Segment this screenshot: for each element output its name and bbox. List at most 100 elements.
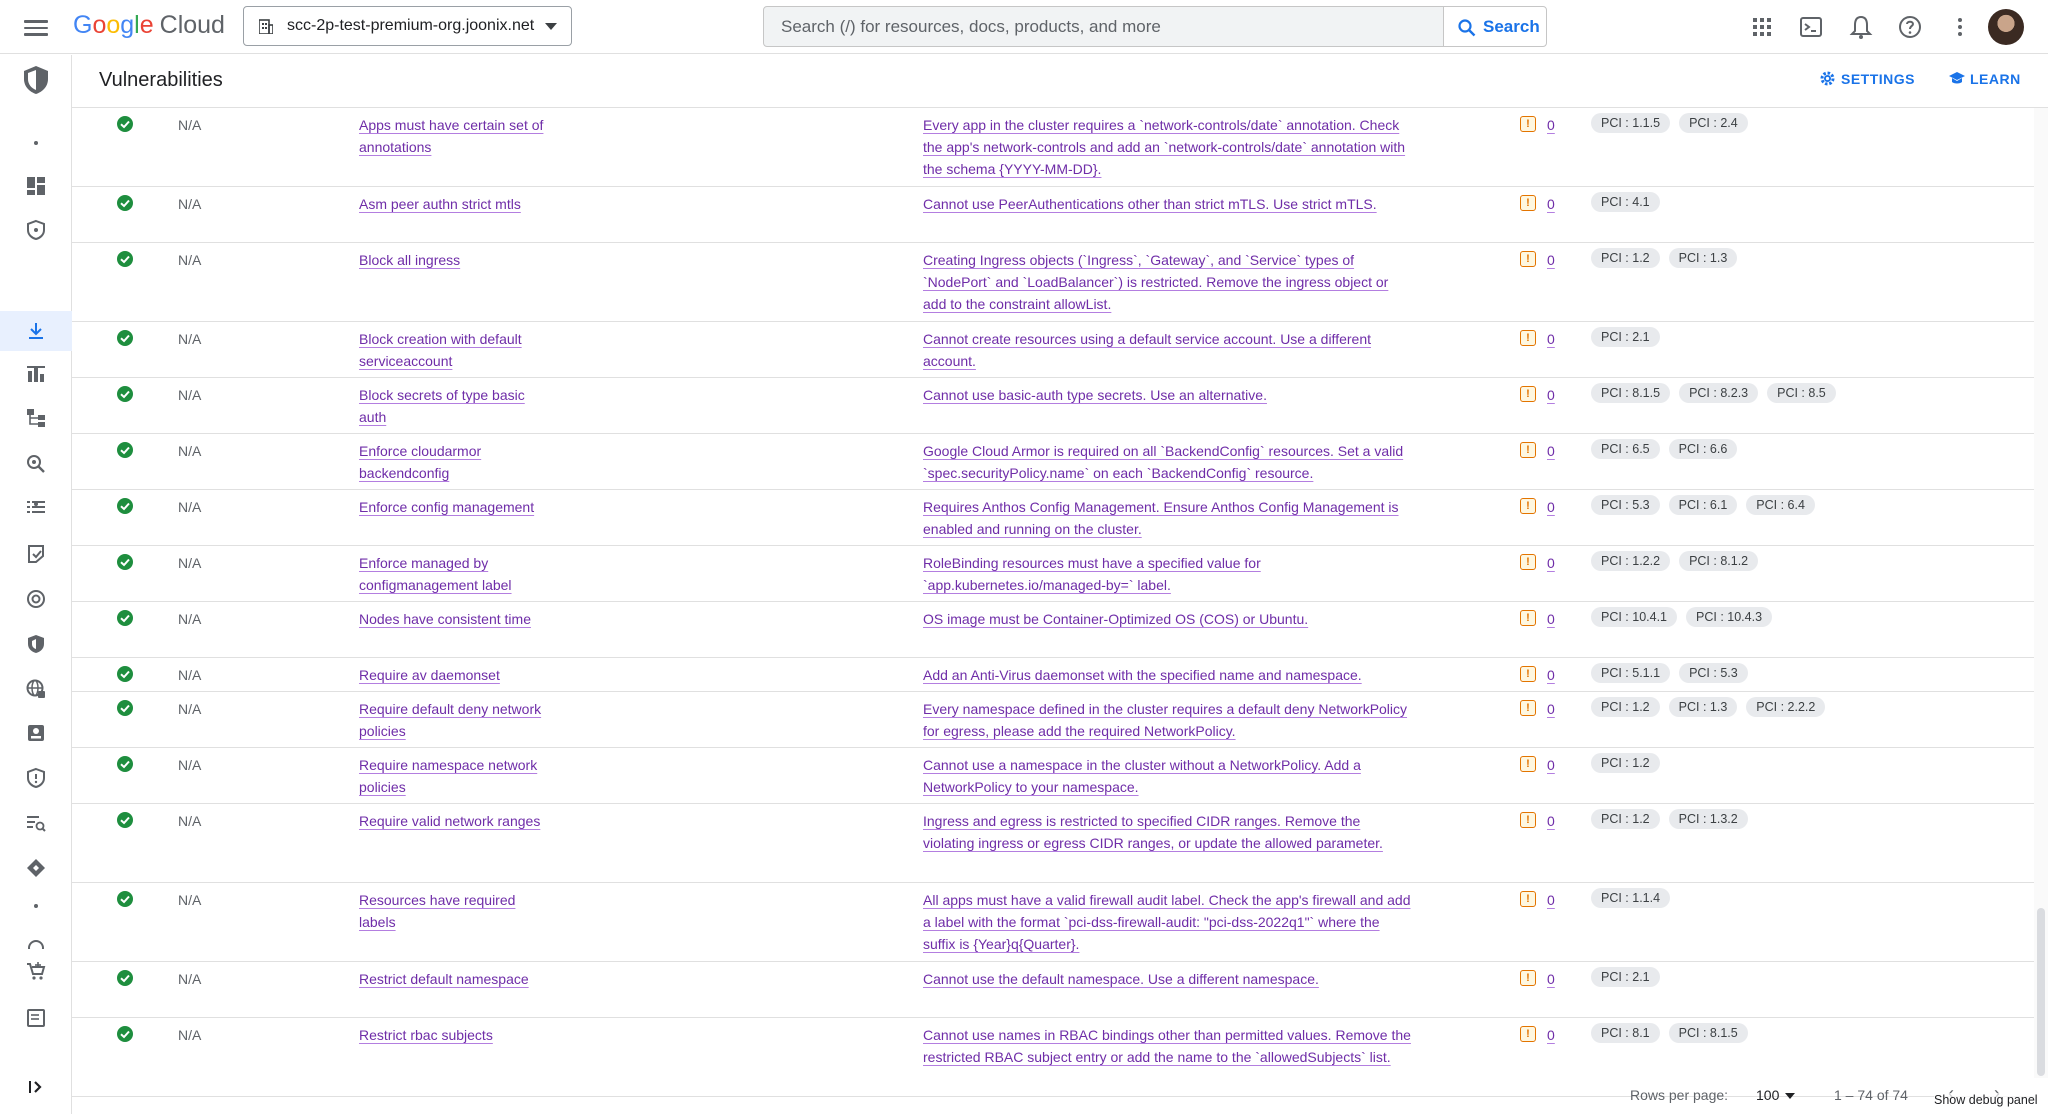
check-circle-icon <box>117 554 133 570</box>
severity-value: N/A <box>178 757 202 773</box>
project-picker[interactable]: scc-2p-test-premium-org.joonix.net <box>243 6 572 46</box>
finding-name-link[interactable]: Restrict rbac subjects <box>359 1024 544 1046</box>
finding-description-link[interactable]: Cannot create resources using a default … <box>923 328 1415 372</box>
finding-name-link[interactable]: Enforce config management <box>359 496 544 518</box>
finding-count-link[interactable]: 0 <box>1547 114 1555 136</box>
finding-description-link[interactable]: Cannot use a namespace in the cluster wi… <box>923 754 1415 798</box>
apps-icon[interactable] <box>1748 13 1776 41</box>
scrollbar-thumb[interactable] <box>2037 908 2045 1076</box>
page-title: Vulnerabilities <box>99 69 223 91</box>
finding-count-link[interactable]: 0 <box>1547 193 1555 215</box>
table-row: N/A Apps must have certain set of annotat… <box>72 108 2034 187</box>
release-notes-icon[interactable] <box>25 1007 47 1029</box>
finding-name-link[interactable]: Block secrets of type basic auth <box>359 384 544 428</box>
compliance-chip: PCI : 8.1 <box>1591 1023 1660 1043</box>
finding-description-link[interactable]: OS image must be Container-Optimized OS … <box>923 608 1415 630</box>
table-scrollbar[interactable] <box>2034 108 2048 1078</box>
finding-count-link[interactable]: 0 <box>1547 698 1555 720</box>
finding-name-link[interactable]: Require default deny network policies <box>359 698 544 742</box>
finding-count-link[interactable]: 0 <box>1547 384 1555 406</box>
posture-icon[interactable] <box>25 543 47 565</box>
finding-count-link[interactable]: 0 <box>1547 754 1555 776</box>
finding-count-link[interactable]: 0 <box>1547 552 1555 574</box>
warning-icon: ! <box>1520 970 1536 986</box>
asset-tree-icon[interactable] <box>25 407 47 429</box>
finding-description-link[interactable]: Cannot use the default namespace. Use a … <box>923 968 1415 990</box>
warning-icon: ! <box>1520 891 1536 907</box>
search-button[interactable]: Search <box>1443 6 1547 47</box>
cloud-shell-icon[interactable] <box>1797 13 1825 41</box>
compliance-chips: PCI : 8.1.5 PCI : 8.2.3 PCI : 8.5 <box>1591 383 1836 403</box>
sources-list-icon[interactable] <box>25 497 47 519</box>
finding-count-link[interactable]: 0 <box>1547 889 1555 911</box>
finding-description-link[interactable]: Creating Ingress objects (`Ingress`, `Ga… <box>923 249 1415 315</box>
table-row: N/A Block all ingress Creating Ingress obj… <box>72 243 2034 322</box>
finding-name-link[interactable]: Require av daemonset <box>359 664 544 686</box>
finding-name-link[interactable]: Restrict default namespace <box>359 968 544 990</box>
finding-count-link[interactable]: 0 <box>1547 810 1555 832</box>
page-header: Vulnerabilities SETTINGS LEARN <box>72 55 2048 108</box>
finding-count-link[interactable]: 0 <box>1547 1024 1555 1046</box>
vulnerabilities-download-icon[interactable] <box>25 320 47 342</box>
compliance-chip: PCI : 8.1.5 <box>1591 383 1671 403</box>
target-icon[interactable] <box>25 588 47 610</box>
security-shield-icon[interactable] <box>25 633 47 655</box>
finding-description-link[interactable]: RoleBinding resources must have a specif… <box>923 552 1415 596</box>
finding-description-link[interactable]: Cannot use names in RBAC bindings other … <box>923 1024 1415 1068</box>
finding-count-link[interactable]: 0 <box>1547 328 1555 350</box>
finding-description-link[interactable]: Cannot use PeerAuthentications other tha… <box>923 193 1415 215</box>
google-cloud-logo[interactable]: Google Cloud <box>73 11 225 40</box>
warning-icon: ! <box>1520 386 1536 402</box>
finding-description-link[interactable]: All apps must have a valid firewall audi… <box>923 889 1415 955</box>
finding-description-link[interactable]: Ingress and egress is restricted to spec… <box>923 810 1415 854</box>
identity-badge-icon[interactable] <box>25 722 47 744</box>
finding-description-link[interactable]: Every app in the cluster requires a `net… <box>923 114 1415 180</box>
finding-count-link[interactable]: 0 <box>1547 608 1555 630</box>
threats-shield-icon[interactable] <box>25 219 47 241</box>
finding-count-link[interactable]: 0 <box>1547 968 1555 990</box>
finding-name-link[interactable]: Resources have required labels <box>359 889 544 933</box>
finding-count-link[interactable]: 0 <box>1547 664 1555 686</box>
finding-name-link[interactable]: Block all ingress <box>359 249 544 271</box>
finding-count-link[interactable]: 0 <box>1547 440 1555 462</box>
policy-shield-icon[interactable] <box>25 767 47 789</box>
show-debug-panel[interactable]: Show debug panel <box>1934 1093 2038 1107</box>
finding-count-link[interactable]: 0 <box>1547 249 1555 271</box>
security-command-center-shield-icon[interactable] <box>22 65 50 95</box>
finding-name-link[interactable]: Enforce cloudarmor backendconfig <box>359 440 544 484</box>
web-security-globe-icon[interactable] <box>25 678 47 700</box>
partial-nav-icon[interactable] <box>25 937 47 949</box>
finding-description-link[interactable]: Requires Anthos Config Management. Ensur… <box>923 496 1415 540</box>
compliance-chart-icon[interactable] <box>25 363 47 385</box>
finding-name-link[interactable]: Nodes have consistent time <box>359 608 544 630</box>
main-menu-icon[interactable] <box>24 17 48 37</box>
more-vert-icon[interactable] <box>1946 13 1974 41</box>
finding-name-link[interactable]: Block creation with default serviceaccou… <box>359 328 544 372</box>
avatar[interactable] <box>1988 9 2024 45</box>
help-icon[interactable] <box>1896 13 1924 41</box>
finding-name-link[interactable]: Apps must have certain set of annotation… <box>359 114 544 158</box>
severity-value: N/A <box>178 252 202 268</box>
dashboard-icon[interactable] <box>25 175 47 197</box>
search-input[interactable] <box>764 7 1444 46</box>
log-search-icon[interactable] <box>25 812 47 834</box>
finding-description-link[interactable]: Cannot use basic-auth type secrets. Use … <box>923 384 1415 406</box>
finding-name-link[interactable]: Require namespace network policies <box>359 754 544 798</box>
notifications-icon[interactable] <box>1847 13 1875 41</box>
compliance-chips: PCI : 5.3 PCI : 6.1 PCI : 6.4 <box>1591 495 1815 515</box>
finding-description-link[interactable]: Add an Anti-Virus daemonset with the spe… <box>923 664 1415 686</box>
finding-name-link[interactable]: Enforce managed by configmanagement labe… <box>359 552 544 596</box>
search-box <box>763 6 1448 47</box>
connector-icon[interactable] <box>25 857 47 879</box>
marketplace-cart-icon[interactable] <box>25 960 47 982</box>
rows-per-page-select[interactable]: 100 <box>1756 1087 1796 1103</box>
severity-value: N/A <box>178 892 202 908</box>
findings-search-icon[interactable] <box>25 453 47 475</box>
finding-count-link[interactable]: 0 <box>1547 496 1555 518</box>
finding-description-link[interactable]: Every namespace defined in the cluster r… <box>923 698 1415 742</box>
expand-nav-icon[interactable] <box>25 1076 47 1098</box>
finding-name-link[interactable]: Require valid network ranges <box>359 810 544 832</box>
vulnerabilities-table: N/A Apps must have certain set of annotat… <box>72 108 2034 1097</box>
finding-description-link[interactable]: Google Cloud Armor is required on all `B… <box>923 440 1415 484</box>
finding-name-link[interactable]: Asm peer authn strict mtls <box>359 193 544 215</box>
